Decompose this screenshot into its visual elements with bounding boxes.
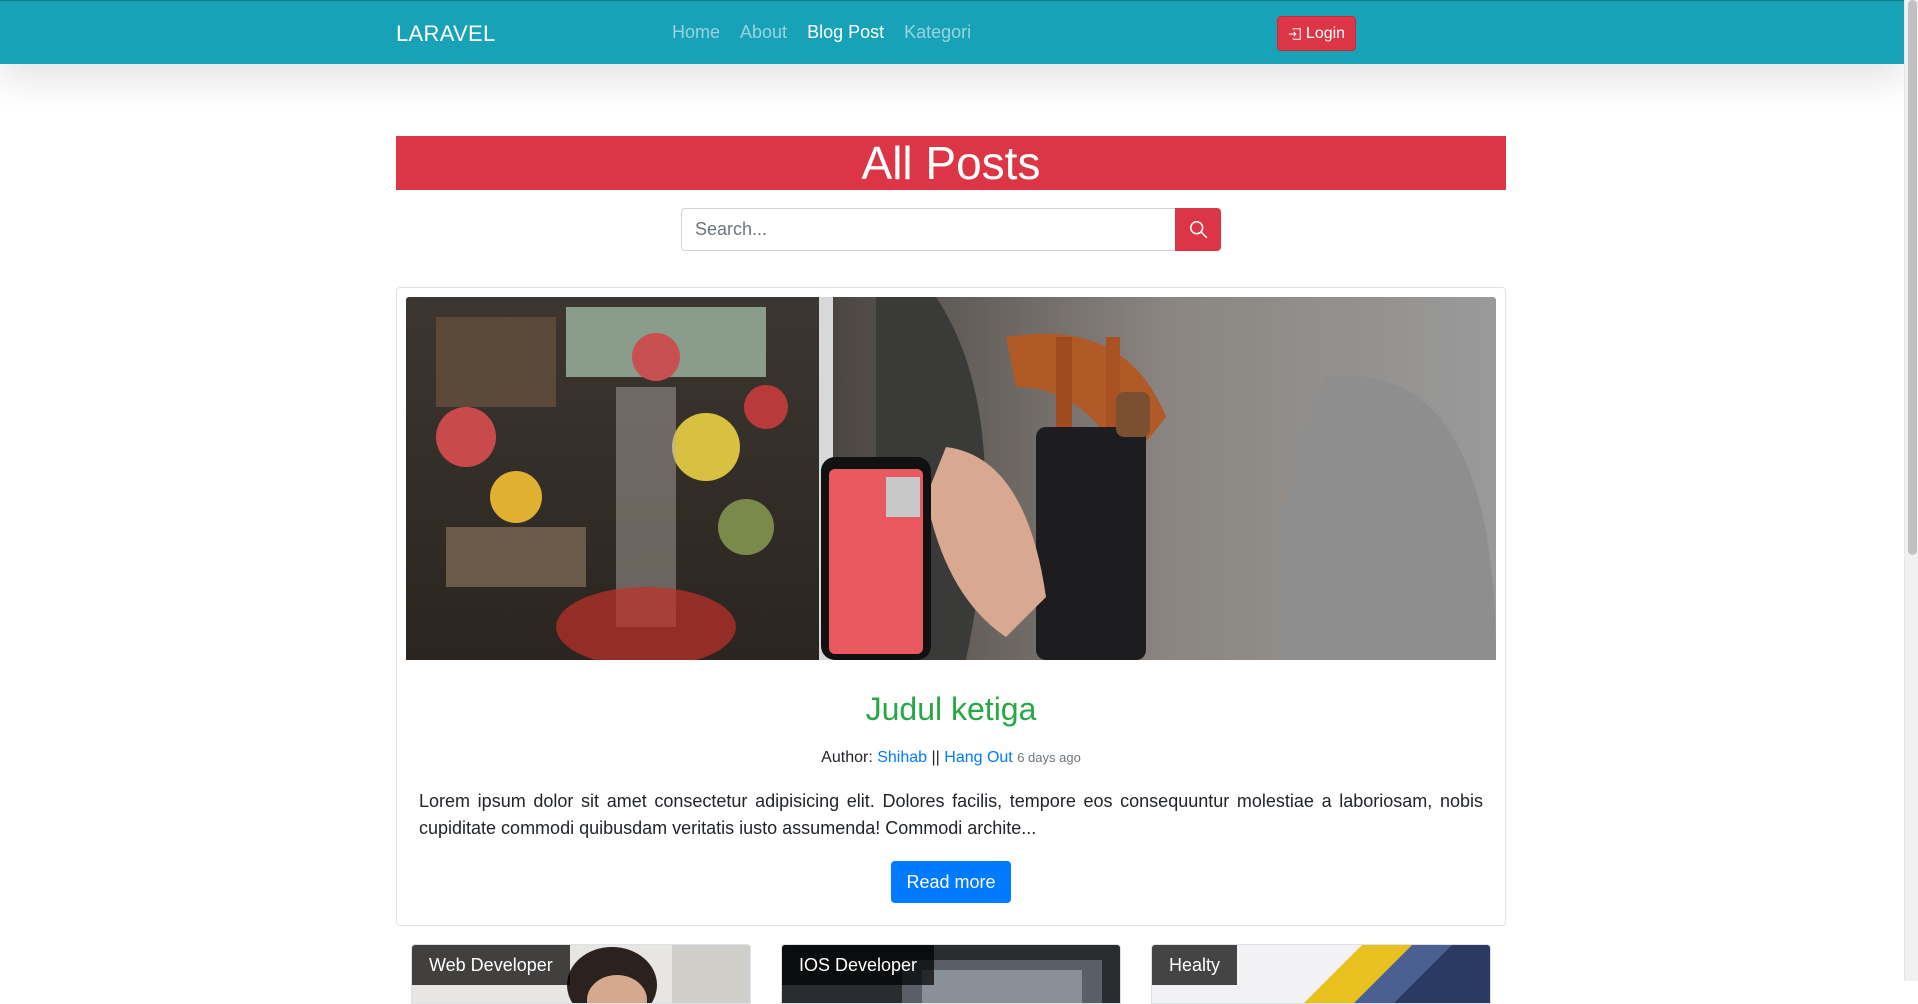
nav-link-kategori[interactable]: Kategori — [904, 22, 971, 43]
login-button[interactable]: Login — [1277, 16, 1356, 51]
nav-links: Home About Blog Post Kategori — [672, 22, 971, 43]
featured-post-title[interactable]: Judul ketiga — [397, 691, 1505, 728]
post-card-category[interactable]: Web Developer — [412, 945, 570, 985]
author-prefix: Author: — [821, 749, 873, 766]
post-photo — [406, 297, 1496, 660]
navbar: LARAVEL Home About Blog Post Kategori Lo… — [0, 0, 1904, 64]
post-card-category[interactable]: Healty — [1152, 945, 1238, 985]
featured-post-excerpt: Lorem ipsum dolor sit amet consectetur a… — [419, 791, 1483, 838]
search-form — [681, 208, 1221, 251]
search-input[interactable] — [681, 208, 1175, 251]
scrollbar-thumb[interactable] — [1908, 0, 1917, 555]
featured-post-meta: Author: Shihab || Hang Out 6 days ago — [397, 749, 1505, 767]
page-banner: All Posts — [396, 136, 1506, 190]
featured-post-image[interactable] — [406, 297, 1496, 660]
login-label: Login — [1305, 24, 1346, 42]
nav-link-home[interactable]: Home — [672, 22, 720, 43]
featured-post-card: Judul ketiga Author: Shihab || Hang Out … — [396, 287, 1506, 926]
search-button[interactable] — [1175, 208, 1221, 251]
post-card[interactable]: IOS Developer — [781, 944, 1121, 1004]
post-time: 6 days ago — [1017, 750, 1081, 765]
post-card[interactable]: Healty — [1151, 944, 1491, 1004]
page-title: All Posts — [861, 137, 1041, 189]
post-card-category[interactable]: IOS Developer — [782, 945, 935, 985]
post-card[interactable]: Web Developer — [411, 944, 751, 1004]
read-more-button[interactable]: Read more — [891, 861, 1011, 903]
box-arrow-in-right-icon — [1288, 27, 1301, 40]
nav-link-blog-post[interactable]: Blog Post — [807, 22, 884, 43]
search-icon — [1189, 221, 1207, 239]
nav-link-about[interactable]: About — [740, 22, 787, 43]
author-link[interactable]: Shihab — [877, 749, 927, 766]
brand-link[interactable]: LARAVEL — [396, 21, 496, 47]
page-scrollbar[interactable] — [1904, 0, 1918, 981]
meta-separator: || — [931, 749, 940, 766]
category-link[interactable]: Hang Out — [944, 749, 1012, 766]
